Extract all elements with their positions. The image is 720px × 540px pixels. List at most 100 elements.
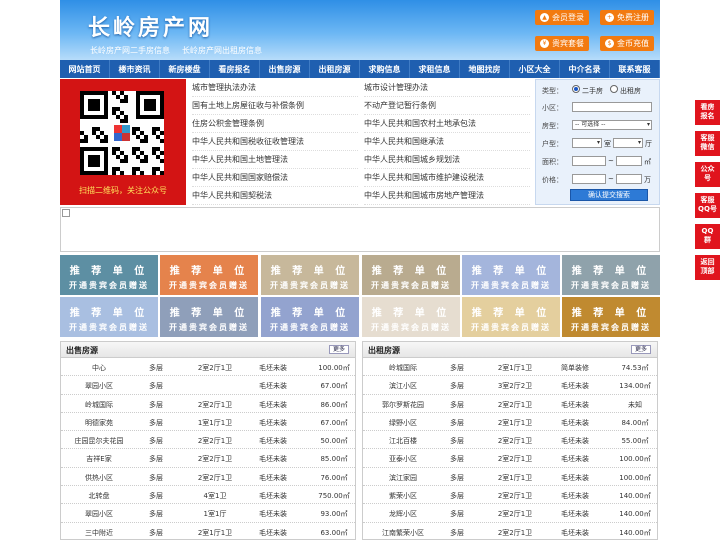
policy-link[interactable]: 中华人民共和国农村土地承包法 bbox=[364, 115, 530, 133]
table-row[interactable]: 北转盘多层4室1卫毛坯未装750.00㎡35.0万 bbox=[61, 486, 355, 505]
price-max-input[interactable] bbox=[616, 174, 642, 184]
table-row[interactable]: 亚泰小区多层2室2厅1卫毛坯未装100.00㎡1200元 bbox=[363, 449, 657, 468]
house-type-select[interactable]: -- 可选择 -- ▾ bbox=[572, 120, 652, 130]
recommend-card[interactable]: 推 荐 单 位开通贵宾会员赠送 bbox=[362, 297, 460, 337]
table-row[interactable]: 翠园小区多层毛坯未装67.00㎡21.0万 bbox=[61, 376, 355, 395]
area-max-input[interactable] bbox=[616, 156, 642, 166]
rent-panel-title: 出租房源 bbox=[368, 346, 400, 355]
login-button[interactable]: ▲ 会员登录 bbox=[535, 10, 589, 25]
table-row[interactable]: 三中附近多层2室1厅1卫毛坯未装63.00㎡20.0万 bbox=[61, 523, 355, 539]
rent-more-button[interactable]: 更多 bbox=[630, 345, 651, 354]
nav-item[interactable]: 看房报名 bbox=[210, 60, 260, 78]
table-row[interactable]: 郭尔罗斯花园多层2室2厅1卫毛坯未装未知1200元 bbox=[363, 395, 657, 413]
hall-select[interactable]: ▾ bbox=[613, 138, 643, 148]
book-viewing-button[interactable]: 看房 报名 bbox=[695, 100, 720, 125]
vip-package-button[interactable]: ¥ 贵宾套餐 bbox=[535, 36, 589, 51]
ad-banner[interactable] bbox=[60, 207, 660, 252]
nav-item[interactable]: 出售房源 bbox=[260, 60, 310, 78]
policy-link[interactable]: 住房公积金管理条例 bbox=[192, 115, 358, 133]
nav-item[interactable]: 网站首页 bbox=[60, 60, 110, 78]
recommend-card[interactable]: 推 荐 单 位开通贵宾会员赠送 bbox=[60, 255, 158, 295]
table-row[interactable]: 滨江小区多层3室2厅2卫毛坯未装134.00㎡1800元 bbox=[363, 376, 657, 395]
nav-item[interactable]: 中介名录 bbox=[560, 60, 610, 78]
nav-item[interactable]: 小区大全 bbox=[510, 60, 560, 78]
policy-link[interactable]: 中华人民共和国契税法 bbox=[192, 187, 358, 205]
nav-item[interactable]: 出租房源 bbox=[310, 60, 360, 78]
table-cell: 2室2厅1卫 bbox=[197, 455, 233, 464]
register-button[interactable]: + 免费注册 bbox=[600, 10, 654, 25]
user-icon: ▲ bbox=[540, 13, 549, 22]
sale-more-button[interactable]: 更多 bbox=[328, 345, 349, 354]
policy-link[interactable]: 中华人民共和国税收征收管理法 bbox=[192, 133, 358, 151]
room-select[interactable]: ▾ bbox=[572, 138, 602, 148]
back-to-top-button[interactable]: 返回 顶部 bbox=[695, 255, 720, 280]
site-logo[interactable]: 长岭房产网 bbox=[88, 10, 213, 42]
secondhand-radio[interactable] bbox=[572, 85, 580, 93]
nav-item[interactable]: 新房楼盘 bbox=[160, 60, 210, 78]
table-cell: 吉祥E家 bbox=[86, 455, 112, 464]
table-row[interactable]: 庄园昆尔夫花园多层2室2厅1卫毛坯未装50.00㎡15.0万 bbox=[61, 431, 355, 450]
qq-group-button[interactable]: QQ 群 bbox=[695, 224, 720, 249]
nav-item[interactable]: 求租信息 bbox=[410, 60, 460, 78]
service-qq-button[interactable]: 客服 QQ号 bbox=[695, 193, 720, 218]
recommend-card[interactable]: 推 荐 单 位开通贵宾会员赠送 bbox=[562, 297, 660, 337]
recommend-card[interactable]: 推 荐 单 位开通贵宾会员赠送 bbox=[462, 255, 560, 295]
table-row[interactable]: 吉祥E家多层2室2厅1卫毛坯未装85.00㎡66.0万 bbox=[61, 449, 355, 468]
table-row[interactable]: 江南繁荣小区多层2室2厅1卫毛坯未装140.00㎡800元 bbox=[363, 523, 657, 539]
nav-item[interactable]: 地图找房 bbox=[460, 60, 510, 78]
recommend-card[interactable]: 推 荐 单 位开通贵宾会员赠送 bbox=[160, 297, 258, 337]
recommend-card[interactable]: 推 荐 单 位开通贵宾会员赠送 bbox=[261, 255, 359, 295]
policy-link[interactable]: 国有土地上房屋征收与补偿条例 bbox=[192, 97, 358, 115]
recommend-card[interactable]: 推 荐 单 位开通贵宾会员赠送 bbox=[362, 255, 460, 295]
table-cell: 50.00㎡ bbox=[320, 437, 348, 446]
nav-item[interactable]: 联系客服 bbox=[610, 60, 660, 78]
community-input[interactable] bbox=[572, 102, 652, 112]
policy-link[interactable]: 中华人民共和国城市维护建设税法 bbox=[364, 169, 530, 187]
recommend-card[interactable]: 推 荐 单 位开通贵宾会员赠送 bbox=[462, 297, 560, 337]
recommend-subtitle: 开通贵宾会员赠送 bbox=[69, 281, 149, 290]
table-row[interactable]: 绿野小区多层2室1厅1卫毛坯未装84.00㎡面议 bbox=[363, 413, 657, 432]
table-row[interactable]: 中心多层2室2厅1卫毛坯未装100.00㎡面议 bbox=[61, 358, 355, 377]
table-row[interactable]: 江北百楼多层2室2厅1卫毛坯未装55.00㎡583元 bbox=[363, 431, 657, 450]
table-row[interactable]: 滨江家园多层2室1厅1卫毛坯未装100.00㎡850元 bbox=[363, 468, 657, 487]
recommend-card[interactable]: 推 荐 单 位开通贵宾会员赠送 bbox=[261, 297, 359, 337]
table-cell: 140.00㎡ bbox=[619, 528, 651, 537]
recommend-card[interactable]: 推 荐 单 位开通贵宾会员赠送 bbox=[562, 255, 660, 295]
rental-radio[interactable] bbox=[610, 85, 618, 93]
search-submit-button[interactable]: 确认提交搜索 bbox=[570, 189, 648, 201]
policy-link[interactable]: 中华人民共和国城市房地产管理法 bbox=[364, 187, 530, 205]
table-row[interactable]: 供热小区多层2室2厅1卫毛坯未装76.00㎡24.0万 bbox=[61, 468, 355, 487]
table-cell: 2室1厅1卫 bbox=[497, 364, 533, 372]
secondhand-link[interactable]: 长岭房产网二手房信息 bbox=[90, 46, 170, 55]
table-cell: 多层 bbox=[450, 382, 464, 391]
table-row[interactable]: 岭城国际多层2室1厅1卫简单装修74.53㎡800元 bbox=[363, 358, 657, 377]
policy-link[interactable]: 中华人民共和国国家赔偿法 bbox=[192, 169, 358, 187]
table-cell: 多层 bbox=[149, 510, 163, 519]
official-account-button[interactable]: 公众号 bbox=[695, 162, 720, 187]
recommend-card[interactable]: 推 荐 单 位开通贵宾会员赠送 bbox=[160, 255, 258, 295]
nav-item[interactable]: 楼市资讯 bbox=[110, 60, 160, 78]
table-cell: 庄园昆尔夫花园 bbox=[74, 437, 124, 446]
table-row[interactable]: 紫荣小区多层2室2厅1卫毛坯未装140.00㎡1000元 bbox=[363, 486, 657, 505]
nav-item[interactable]: 求购信息 bbox=[360, 60, 410, 78]
area-min-input[interactable] bbox=[572, 156, 606, 166]
policy-link[interactable]: 中华人民共和国土地管理法 bbox=[192, 151, 358, 169]
policy-link[interactable]: 中华人民共和国城乡规划法 bbox=[364, 151, 530, 169]
price-min-input[interactable] bbox=[572, 174, 606, 184]
service-wechat-button[interactable]: 客服 微信 bbox=[695, 131, 720, 156]
table-cell: 郭尔罗斯花园 bbox=[382, 400, 424, 409]
rental-link[interactable]: 长岭房产网出租房信息 bbox=[182, 46, 262, 55]
table-row[interactable]: 翠园小区多层1室1厅毛坯未装93.00㎡32.0万 bbox=[61, 504, 355, 523]
policy-link[interactable]: 不动产登记暂行条例 bbox=[364, 97, 530, 115]
table-cell: 多层 bbox=[450, 418, 464, 427]
table-cell: 中心 bbox=[92, 364, 106, 372]
table-row[interactable]: 龙辉小区多层2室2厅1卫毛坯未装140.00㎡850元 bbox=[363, 504, 657, 523]
table-row[interactable]: 岭城国际多层2室2厅1卫毛坯未装86.00㎡36.0万 bbox=[61, 395, 355, 413]
policy-link[interactable]: 中华人民共和国继承法 bbox=[364, 133, 530, 151]
policy-link[interactable]: 城市管理执法办法 bbox=[192, 79, 358, 97]
recommend-card[interactable]: 推 荐 单 位开通贵宾会员赠送 bbox=[60, 297, 158, 337]
recommend-subtitle: 开通贵宾会员赠送 bbox=[371, 281, 451, 290]
policy-link[interactable]: 城市设计管理办法 bbox=[364, 79, 530, 97]
table-row[interactable]: 明德家苑多层1室1厅1卫毛坯未装67.00㎡19.0万 bbox=[61, 413, 355, 432]
coin-recharge-button[interactable]: $ 金币充值 bbox=[600, 36, 654, 51]
